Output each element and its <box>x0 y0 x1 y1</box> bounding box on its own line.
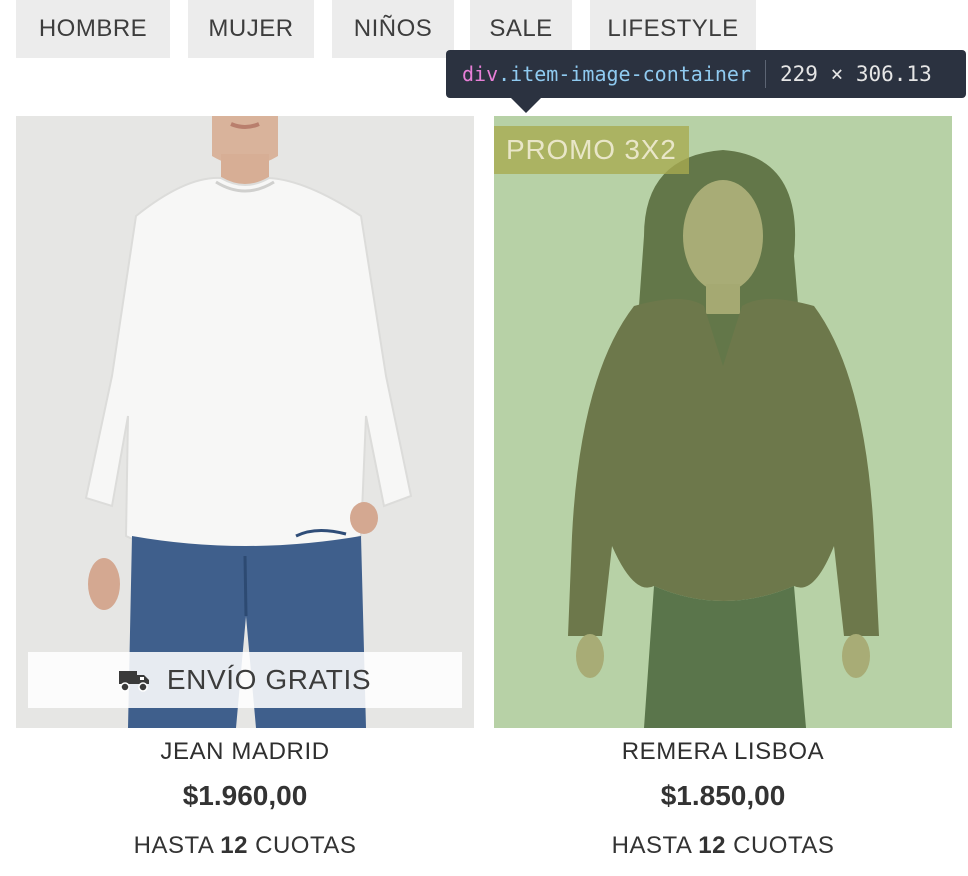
truck-icon <box>118 671 149 692</box>
envio-gratis-label: ENVÍO GRATIS <box>166 664 372 695</box>
installments-prefix: HASTA <box>133 832 214 859</box>
tooltip-separator <box>765 60 766 88</box>
promo-badge: PROMO 3X2 <box>494 126 689 174</box>
tooltip-tag-name: div <box>462 62 499 86</box>
installments-count: 12 <box>698 832 726 859</box>
installments-suffix: CUOTAS <box>255 832 357 859</box>
product-card[interactable]: ENVÍO GRATIS JEAN MADRID $1.960,00 HASTA… <box>16 116 474 876</box>
tooltip-class-name: .item-image-container <box>498 62 751 86</box>
product-name[interactable]: JEAN MADRID <box>16 738 474 766</box>
product-card[interactable]: PROMO 3X2 REMERA LISBOA $1.850,00 HASTA … <box>494 116 952 876</box>
installments-info: HASTA 12 CUOTAS <box>494 832 952 860</box>
item-image-container[interactable]: PROMO 3X2 <box>494 116 952 728</box>
installments-info: HASTA 12 CUOTAS <box>16 832 474 860</box>
nav-item-ninos[interactable]: NIÑOS <box>332 0 454 58</box>
nav-item-hombre[interactable]: HOMBRE <box>16 0 170 58</box>
nav-item-mujer[interactable]: MUJER <box>188 0 314 58</box>
devtools-inspect-tooltip: div .item-image-container 229 × 306.13 <box>446 50 966 98</box>
product-image-man-white-shirt <box>16 116 474 728</box>
installments-count: 12 <box>220 832 248 859</box>
item-image-container[interactable]: ENVÍO GRATIS <box>16 116 474 728</box>
product-price: $1.960,00 <box>182 780 308 811</box>
installments-suffix: CUOTAS <box>733 832 835 859</box>
product-price: $1.850,00 <box>660 780 786 811</box>
product-name[interactable]: REMERA LISBOA <box>494 738 952 766</box>
devtools-element-highlight <box>494 116 952 728</box>
tooltip-arrow <box>510 97 542 113</box>
installments-prefix: HASTA <box>611 832 692 859</box>
tooltip-dimensions: 229 × 306.13 <box>780 62 932 86</box>
envio-gratis-banner: ENVÍO GRATIS <box>28 652 462 708</box>
